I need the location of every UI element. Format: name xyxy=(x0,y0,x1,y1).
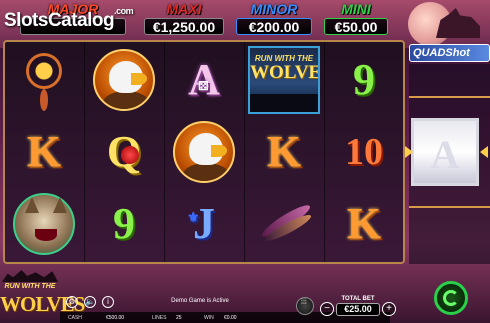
reel-cell: K xyxy=(325,188,403,260)
bet-increase-button[interactable]: + xyxy=(382,302,396,316)
eagle-symbol-icon xyxy=(173,121,235,183)
jackpot-maxi: MAXI €1,250.00 xyxy=(144,2,224,36)
reel-cell xyxy=(245,188,323,260)
cash-label: CASH xyxy=(68,315,82,321)
wild-ground xyxy=(250,94,318,112)
symbol-j: J ⚜ xyxy=(187,199,215,248)
win-value: €0.00 xyxy=(224,315,237,321)
reel-cell: K xyxy=(245,116,323,188)
jackpot-mini-title: MINI xyxy=(341,1,371,17)
eagle-beak xyxy=(211,145,227,157)
info-button[interactable]: i xyxy=(102,296,114,308)
win-label: WIN xyxy=(204,315,214,321)
fleur-de-lis-icon: ⚜ xyxy=(187,211,200,226)
lines-label: LINES xyxy=(152,315,167,321)
settings-controls: ⚙ 🔈 i xyxy=(66,296,116,310)
menu-button[interactable]: ⁞⁞⁞ xyxy=(296,297,314,315)
logo-title: WOLVES xyxy=(0,292,85,316)
eagle-body xyxy=(183,163,229,181)
symbol-a: A ⚄ xyxy=(188,55,220,104)
symbol-q: Q xyxy=(107,130,141,174)
reel-grid: A⚄ RUN WITH THEWOLVES 9 K Q K 10 9 J⚜ K xyxy=(3,40,405,264)
symbol-9: 9 xyxy=(353,55,375,104)
sound-icon[interactable]: 🔈 xyxy=(84,296,96,308)
reel-cell xyxy=(5,188,83,260)
jackpot-minor-title: MINOR xyxy=(250,1,298,17)
jackpot-maxi-value: €1,250.00 xyxy=(144,18,224,35)
dreamcatcher-feather xyxy=(40,89,48,111)
symbol-k: K xyxy=(26,127,62,176)
lynx-ear xyxy=(25,197,39,213)
symbol-k: K xyxy=(266,127,302,176)
jackpot-maxi-title: MAXI xyxy=(166,1,202,17)
reel-cell: 9 xyxy=(325,44,403,116)
wild-symbol: RUN WITH THEWOLVES xyxy=(248,46,320,114)
quadshot-symbol: A xyxy=(430,132,460,177)
total-bet-label: TOTAL BET xyxy=(341,296,375,302)
watermark: SlotsCatalog.com xyxy=(4,6,134,32)
quadshot-left-arrow-icon xyxy=(405,146,413,158)
status-message: Demo Game is Active xyxy=(171,298,229,304)
lynx-mouth xyxy=(35,229,57,241)
eagle-symbol-icon xyxy=(93,49,155,111)
spin-button[interactable] xyxy=(434,281,468,315)
jackpot-minor: MINOR €200.00 xyxy=(236,2,312,36)
settings-gear-icon[interactable]: ⚙ xyxy=(66,296,78,308)
rose-icon xyxy=(120,146,139,164)
eagle-body xyxy=(103,91,149,109)
reel-cell: 9 xyxy=(85,188,163,260)
jackpot-mini: MINI €50.00 xyxy=(324,2,388,36)
jackpot-minor-value: €200.00 xyxy=(236,18,312,35)
jackpot-mini-value: €50.00 xyxy=(324,18,388,35)
reel-cell: A ⚄ xyxy=(165,44,243,116)
reel-cell xyxy=(165,116,243,188)
reel-cell xyxy=(85,44,163,116)
logo-subtitle: RUN WITH THE xyxy=(4,283,56,290)
spin-arrow-icon xyxy=(443,290,459,306)
dice-icon: ⚄ xyxy=(198,79,209,93)
symbol-k: K xyxy=(346,199,382,248)
quadshot-right-arrow-icon xyxy=(480,146,488,158)
quadshot-title: QUADShot xyxy=(409,44,490,62)
total-bet-value: €25.00 xyxy=(336,303,380,316)
logo-wolves-icon xyxy=(2,270,58,282)
lynx-ear xyxy=(53,197,67,213)
menu-grid-icon: ⁞⁞⁞ xyxy=(301,299,307,306)
quadshot-reel: A xyxy=(411,118,479,186)
eagle-beak xyxy=(131,73,147,85)
reel-cell: J ⚜ xyxy=(165,188,243,260)
dreamcatcher-ring xyxy=(26,53,62,89)
feathers-symbol-icon xyxy=(252,193,316,255)
reel-cell: K xyxy=(5,116,83,188)
watermark-suffix: .com xyxy=(114,6,134,16)
watermark-text: SlotsCatalog xyxy=(4,10,115,31)
lynx-symbol-icon xyxy=(13,193,75,255)
bet-decrease-button[interactable]: − xyxy=(320,302,334,316)
wild-title: WOLVES xyxy=(250,62,320,83)
dreamcatcher-symbol-icon xyxy=(14,49,74,111)
total-bet: TOTAL BET €25.00 xyxy=(336,296,380,318)
reel-cell: 10 xyxy=(325,116,403,188)
symbol-9: 9 xyxy=(113,199,135,248)
cash-value: €500.00 xyxy=(106,315,125,321)
reel-cell: RUN WITH THEWOLVES xyxy=(245,44,323,116)
reel-cell: Q xyxy=(85,116,163,188)
symbol-10: 10 xyxy=(345,131,383,173)
game-logo: RUN WITH THE WOLVES xyxy=(0,270,85,320)
lines-value: 25 xyxy=(176,315,182,321)
reel-cell xyxy=(5,44,83,116)
